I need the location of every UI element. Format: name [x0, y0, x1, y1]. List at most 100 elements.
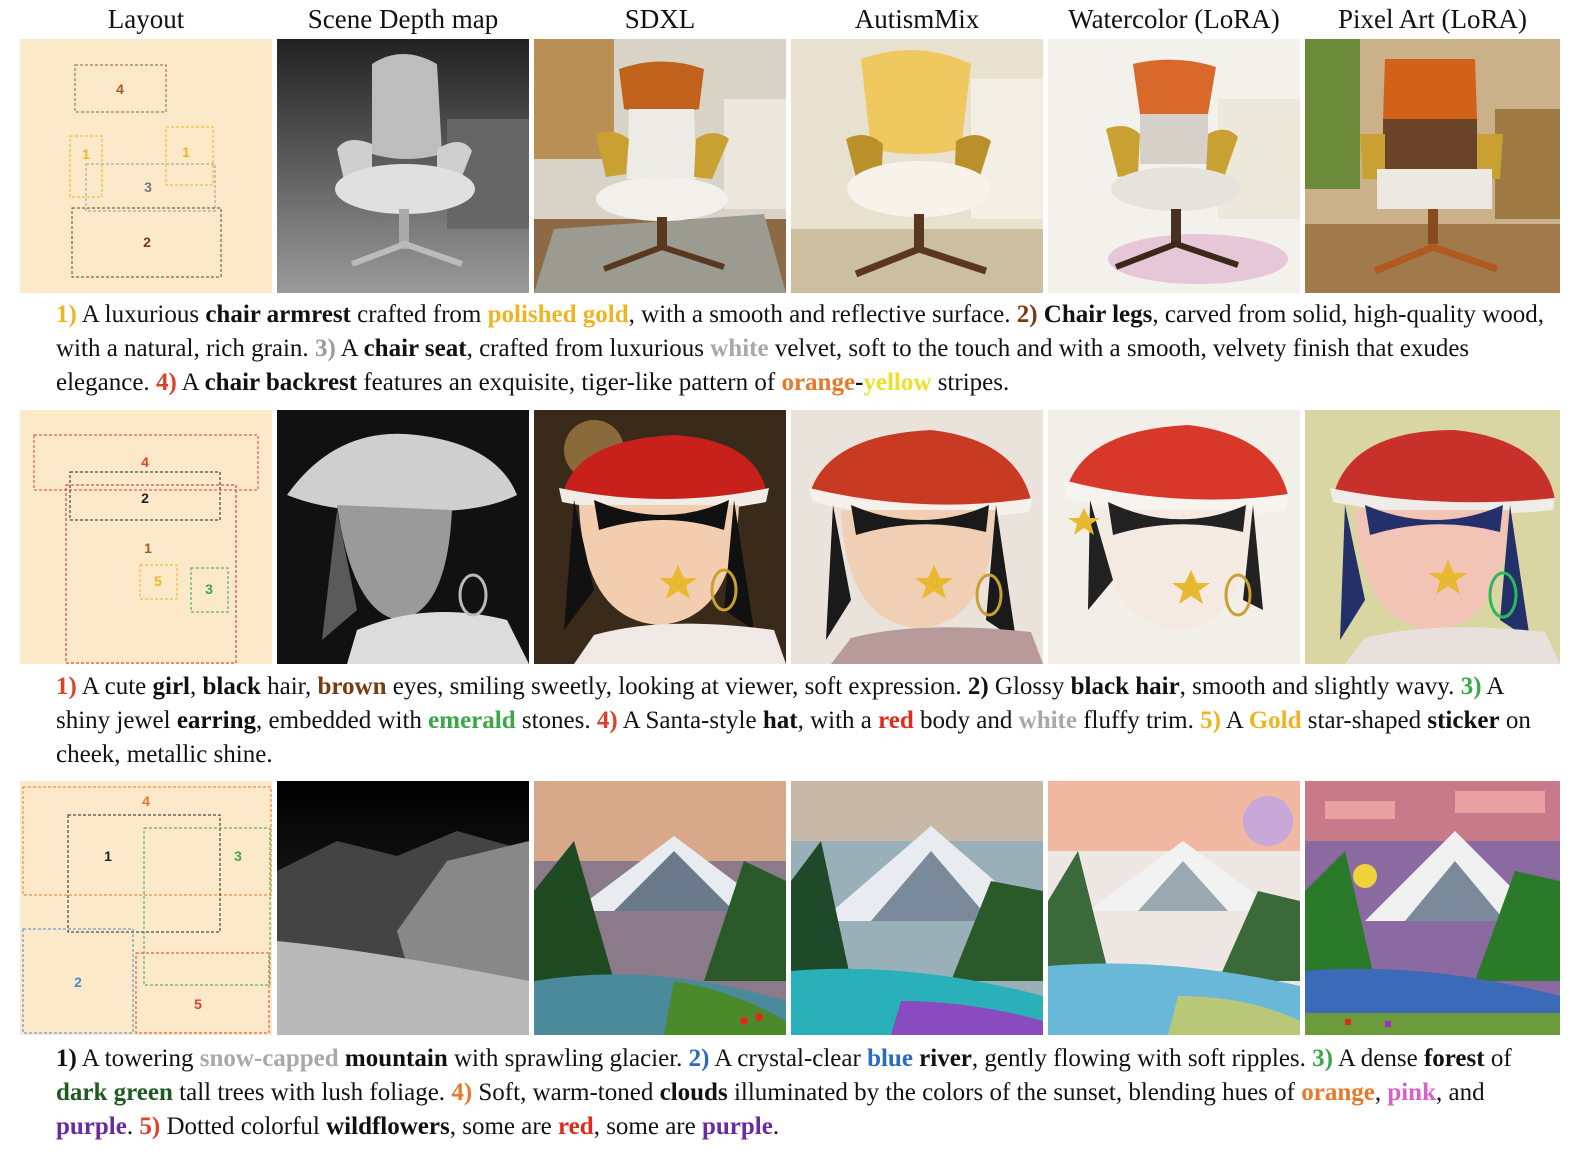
header-sdxl: SDXL — [624, 4, 696, 34]
caption-segment: girl — [152, 673, 191, 700]
image-row-chair: 4 1 1 3 2 — [20, 39, 1560, 293]
header-watercolor: Watercolor (LoRA) — [1068, 4, 1280, 34]
caption-segment: white — [710, 335, 769, 362]
caption-segment: 1) — [56, 1045, 77, 1072]
header-autismmix: AutismMix — [854, 4, 980, 34]
caption-segment: A dense — [1332, 1045, 1424, 1072]
caption-segment: , and — [1436, 1079, 1491, 1106]
caption-segment: , some are — [449, 1113, 559, 1140]
caption-segment: 3) — [1312, 1045, 1333, 1072]
depth-map-image — [277, 410, 529, 664]
caption-segment: A — [335, 335, 364, 362]
caption-segment: emerald — [428, 707, 516, 734]
caption-segment: features an exquisite, tiger-like patter… — [357, 369, 782, 396]
caption-segment: of — [1484, 1045, 1518, 1072]
caption-segment: clouds — [659, 1079, 728, 1106]
caption-segment: , — [190, 673, 203, 700]
caption-segment: hair, — [260, 673, 318, 700]
layout-label: 3 — [234, 848, 242, 864]
caption-segment: 1) — [56, 301, 77, 328]
caption-segment: dark green — [56, 1079, 173, 1106]
caption-segment: 3) — [314, 335, 336, 362]
caption-segment: . — [126, 1113, 140, 1140]
caption-segment: chair backrest — [204, 369, 358, 396]
caption-segment: orange — [781, 369, 856, 396]
caption-segment: fluffy trim. — [1076, 707, 1201, 734]
caption-segment: hat — [762, 707, 798, 734]
caption-segment: A cute — [76, 673, 153, 700]
caption-segment: 4) — [155, 369, 177, 396]
caption-segment: A towering — [76, 1045, 200, 1072]
caption-segment: , smooth and slightly wavy. — [1179, 673, 1461, 700]
layout-label: 1 — [182, 144, 190, 160]
caption-segment: Dotted colorful — [160, 1113, 327, 1140]
layout-label: 4 — [116, 81, 124, 97]
caption-segment: Soft, warm-toned — [472, 1079, 660, 1106]
watercolor-image — [1048, 781, 1300, 1035]
caption-segment: body and — [913, 707, 1019, 734]
caption-segment: , crafted from luxurious — [466, 335, 711, 362]
layout-label: 2 — [74, 974, 82, 990]
header-depth: Scene Depth map — [307, 4, 499, 34]
caption-segment: 2) — [967, 673, 989, 700]
caption-segment: 1) — [56, 673, 77, 700]
caption-segment: sticker — [1427, 707, 1500, 734]
image-row-girl: 4 2 1 5 3 — [20, 410, 1560, 664]
header-pixelart: Pixel Art (LoRA) — [1338, 4, 1527, 34]
caption-segment: 3) — [1460, 673, 1482, 700]
caption-row-2: 1) A cute girl, black hair, brown eyes, … — [56, 670, 1546, 772]
layout-label: 3 — [144, 179, 152, 195]
pixelart-image — [1305, 39, 1560, 293]
caption-segment: Glossy — [988, 673, 1071, 700]
caption-segment: white — [1018, 707, 1077, 734]
caption-segment: earring — [176, 707, 256, 734]
caption-segment: , with a smooth and reflective surface. — [628, 301, 1017, 328]
caption-segment: eyes, smiling sweetly, looking at viewer… — [386, 673, 968, 700]
caption-segment: stones. — [515, 707, 597, 734]
caption-segment: brown — [317, 673, 387, 700]
caption-segment: wildflowers — [326, 1113, 450, 1140]
caption-segment: forest — [1423, 1045, 1485, 1072]
caption-segment: Gold — [1248, 707, 1302, 734]
layout-label: 1 — [144, 540, 152, 556]
layout-label: 2 — [141, 490, 149, 506]
layout-label: 4 — [141, 454, 149, 470]
watercolor-image — [1048, 39, 1300, 293]
layout-label: 1 — [104, 848, 112, 864]
caption-segment: 5) — [139, 1113, 161, 1140]
autismmix-image — [791, 781, 1043, 1035]
caption-segment: illuminated by the colors of the sunset,… — [727, 1079, 1302, 1106]
layout-label: 5 — [194, 996, 202, 1012]
caption-segment: A crystal-clear — [709, 1045, 868, 1072]
caption-segment: 2) — [688, 1045, 710, 1072]
layout-label: 4 — [142, 793, 150, 809]
caption-segment: purple — [56, 1113, 127, 1140]
caption-segment: tall trees with lush foliage. — [172, 1079, 452, 1106]
sdxl-image — [534, 39, 786, 293]
caption-segment: crafted from — [350, 301, 488, 328]
column-headers: Layout Scene Depth map SDXL AutismMix Wa… — [20, 0, 1560, 40]
caption-segment: . — [772, 1113, 780, 1140]
caption-segment: A — [1220, 707, 1249, 734]
pixelart-image — [1305, 410, 1560, 664]
caption-segment: 4) — [596, 707, 618, 734]
header-layout: Layout — [107, 4, 185, 34]
layout-label: 1 — [82, 146, 90, 162]
layout-panel: 4 1 1 3 2 — [20, 39, 272, 293]
sdxl-image — [534, 410, 786, 664]
caption-segment: , some are — [593, 1113, 702, 1140]
caption-segment: 2) — [1016, 301, 1038, 328]
caption-segment: star-shaped — [1301, 707, 1428, 734]
caption-segment: with sprawling glacier. — [447, 1045, 689, 1072]
caption-segment: yellow — [863, 369, 932, 396]
autismmix-image — [791, 410, 1043, 664]
caption-segment: chair armrest — [205, 301, 351, 328]
pixelart-image — [1305, 781, 1560, 1035]
caption-segment: , gently flowing with soft ripples. — [971, 1045, 1313, 1072]
caption-segment: mountain — [344, 1045, 448, 1072]
caption-segment: stripes. — [931, 369, 1010, 396]
caption-segment: chair seat — [363, 335, 467, 362]
caption-segment: red — [558, 1113, 594, 1140]
caption-segment: blue — [867, 1045, 913, 1072]
watercolor-image — [1048, 410, 1300, 664]
